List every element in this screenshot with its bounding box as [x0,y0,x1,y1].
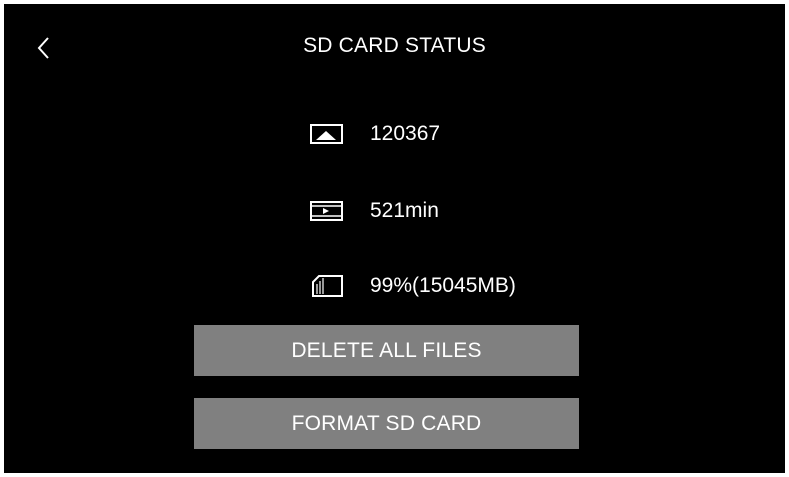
format-sd-card-button[interactable]: FORMAT SD CARD [194,398,579,449]
page-title: SD CARD STATUS [303,34,486,57]
photo-count-row: 120367 [310,119,440,149]
delete-all-files-button[interactable]: DELETE ALL FILES [194,325,579,376]
photo-count-value: 120367 [370,122,441,145]
video-icon [310,199,348,223]
storage-value: 99%(15045MB) [370,274,516,297]
video-duration-row: 521min [310,196,439,226]
storage-row: 99%(15045MB) [310,271,516,301]
video-duration-value: 521min [370,199,439,222]
sd-card-icon [310,274,348,298]
image-icon [310,122,348,146]
sd-card-status-screen: SD CARD STATUS 120367 521min 99%(15045MB… [4,4,785,473]
